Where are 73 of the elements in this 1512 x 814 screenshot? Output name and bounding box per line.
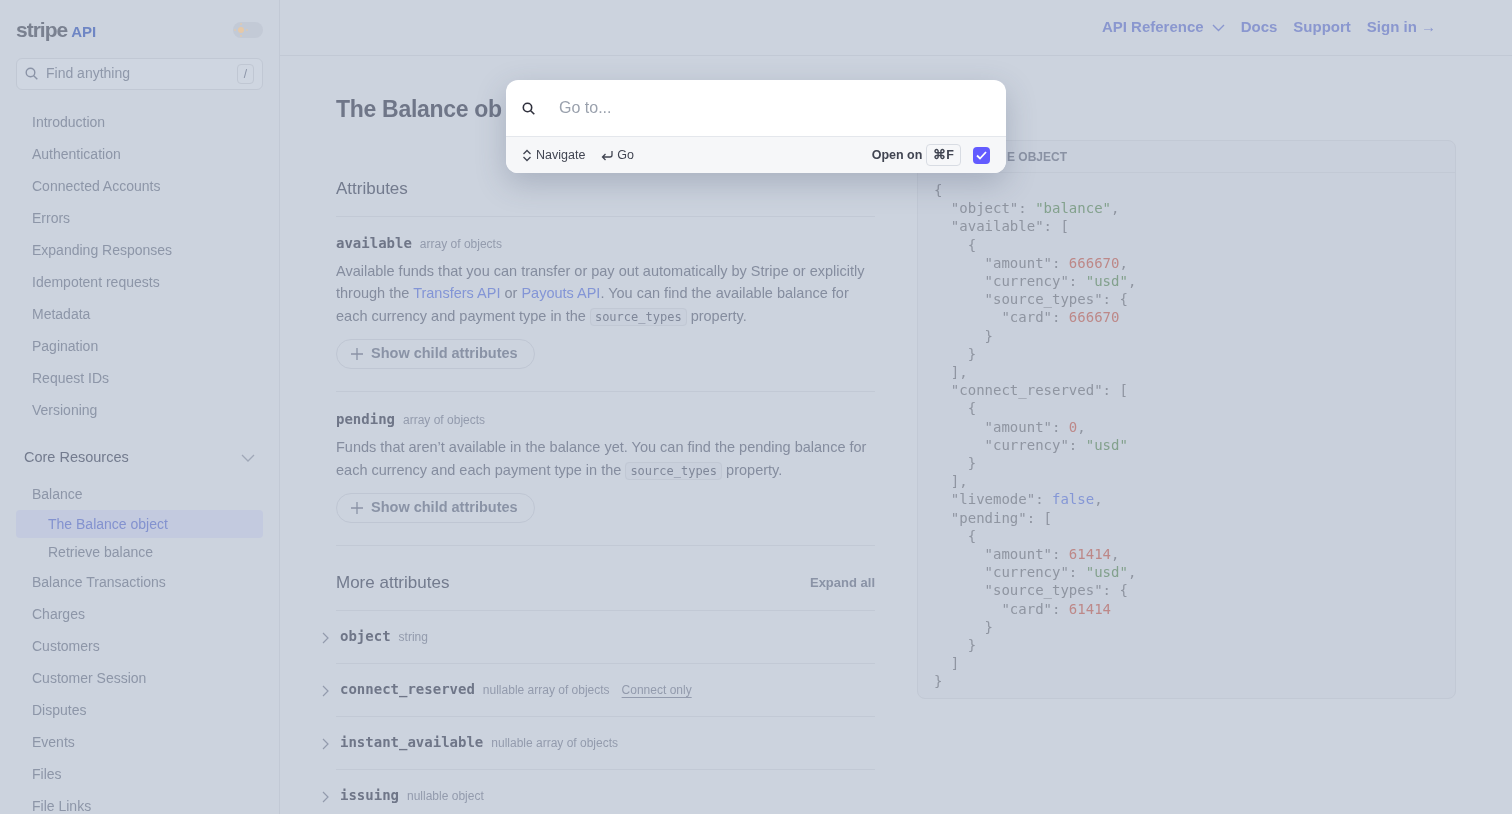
chevron-icon xyxy=(322,684,329,697)
code-text: { "object": "balance", "available": [ { "amount": 666670, "currency": "usd", "source_types": { "card": 666670 } } ], "connect_reserved": [ { "amount": 0, "currency": "usd" } ], "livemode": false, "pending": [ { "amount": 61414, "currency": "usd", "source_types": { "card": 61414 } } ] } xyxy=(933,181,1138,692)
sidebar-item[interactable]: Authentication xyxy=(16,137,263,170)
sidebar-item[interactable]: Balance xyxy=(16,477,263,510)
attribute-name[interactable]: object xyxy=(340,626,391,647)
checkbox[interactable] xyxy=(973,146,990,164)
plus-icon xyxy=(351,348,363,360)
section-heading: More attributes xyxy=(336,572,450,594)
nav-link[interactable]: API Reference xyxy=(1101,16,1225,39)
attribute-name[interactable]: instant_available xyxy=(340,732,484,753)
sidebar-item[interactable]: Disputes xyxy=(16,693,263,726)
page-title: The Balance ob xyxy=(336,96,502,124)
sidebar-subitem[interactable]: Retrieve balance xyxy=(16,537,263,566)
sidebar-item[interactable]: Errors xyxy=(16,201,263,234)
open-on-label: Open on xyxy=(871,146,923,164)
search-icon xyxy=(522,101,535,115)
link[interactable]: Payouts API xyxy=(521,285,601,301)
sidebar-item[interactable]: Events xyxy=(16,725,263,758)
return-icon xyxy=(601,149,614,161)
up-down-icon xyxy=(522,148,532,162)
sidebar-item[interactable]: Customer Session xyxy=(16,661,263,694)
logo-tag: API xyxy=(71,21,97,44)
shortcut-key: ⌘F xyxy=(926,143,961,167)
expand-all-link[interactable]: Expand all xyxy=(809,573,875,593)
chevron-icon xyxy=(322,737,329,750)
nav-link[interactable]: Sign in → xyxy=(1366,16,1436,39)
section-heading: Attributes xyxy=(336,178,409,200)
hint-label: Navigate xyxy=(536,146,586,164)
attribute-name: pending xyxy=(336,410,395,429)
hint-label: Go xyxy=(617,146,635,164)
sidebar-item[interactable]: Request IDs xyxy=(16,361,263,394)
attribute-name[interactable]: connect_reserved xyxy=(340,679,475,700)
inline-code: source_types xyxy=(625,461,723,480)
search-field[interactable]: Find anything xyxy=(46,63,229,84)
search-bar[interactable]: Find anything / xyxy=(16,57,263,90)
sidebar-item[interactable]: Balance Transactions xyxy=(16,565,263,598)
chevron-icon xyxy=(322,790,329,803)
sidebar-item[interactable]: Metadata xyxy=(16,297,263,330)
sun-icon xyxy=(234,22,248,37)
attribute-type: string xyxy=(398,628,428,646)
attribute-description: Funds that aren’t available in the balance yet. You can find the pending balance for each currency and each payment type in the source_types property. xyxy=(336,438,868,482)
sidebar-item[interactable]: Idempotent requests xyxy=(16,265,263,298)
sidebar-item[interactable]: File Links xyxy=(16,789,263,814)
link[interactable]: Transfers API xyxy=(413,285,501,301)
attribute-type: nullable array of objects xyxy=(482,681,610,699)
shortcut-key: / xyxy=(236,63,254,84)
check-icon xyxy=(976,150,987,160)
sidebar-item[interactable]: Connected Accounts xyxy=(16,169,263,202)
nav-link[interactable]: Support xyxy=(1293,16,1351,39)
inline-code: source_types xyxy=(589,307,687,326)
sidebar-item[interactable]: Files xyxy=(16,757,263,790)
connect-only-tag: Connect only xyxy=(621,680,692,699)
chevron-icon xyxy=(1211,23,1225,32)
attribute-name: available xyxy=(336,233,412,253)
nav-link[interactable]: Docs xyxy=(1240,16,1278,39)
panel-title: E OBJECT xyxy=(1007,148,1067,166)
theme-toggle[interactable] xyxy=(233,21,263,38)
section-title[interactable]: Core Resources xyxy=(24,446,129,469)
chevron-icon xyxy=(322,631,329,644)
logo-wordmark[interactable]: stripe xyxy=(16,14,68,46)
sidebar-item[interactable]: Introduction xyxy=(16,105,263,138)
plus-icon xyxy=(351,502,363,514)
sidebar-item[interactable]: Charges xyxy=(16,597,263,630)
sidebar-item[interactable]: Expanding Responses xyxy=(16,233,263,266)
attribute-name[interactable]: issuing xyxy=(340,785,399,806)
attribute-description: Available funds that you can transfer or pay out automatically by Stripe or explicitly through the Transfers API or Payouts API. You can find the available balance for each currency and payment type in the source_types property. xyxy=(336,261,866,328)
sidebar-item[interactable]: Customers xyxy=(16,629,263,662)
search-icon xyxy=(25,67,38,80)
sidebar-subitem[interactable]: The Balance object xyxy=(16,509,263,538)
attribute-type: array of objects xyxy=(419,235,502,253)
attribute-type: nullable object xyxy=(407,787,484,805)
sidebar-item[interactable]: Versioning xyxy=(16,393,263,426)
sidebar-item[interactable]: Pagination xyxy=(16,329,263,362)
